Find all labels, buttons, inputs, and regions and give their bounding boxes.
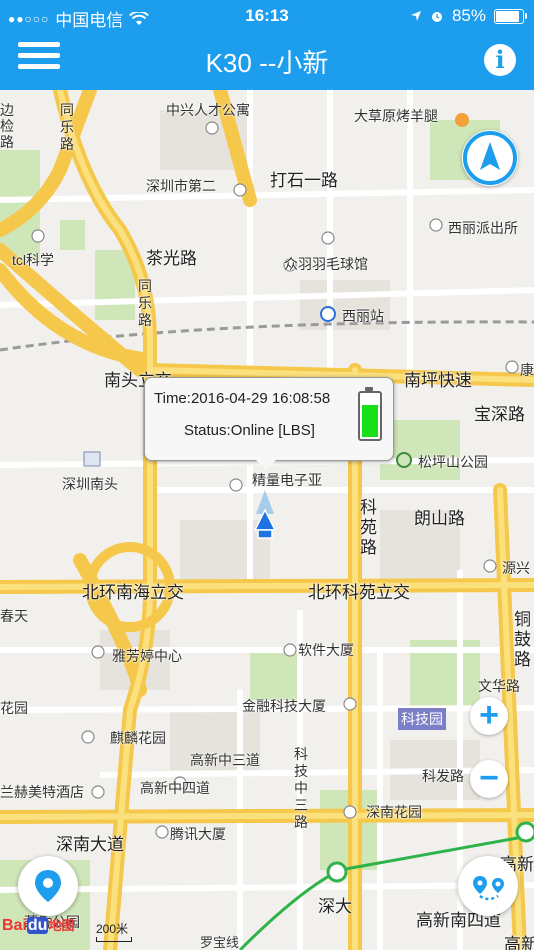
baidu-map-text: 地图 — [48, 918, 75, 933]
map-label: 雅芳婷中心 — [112, 648, 182, 664]
metro-station-icon — [326, 861, 348, 883]
battery-percent: 85% — [451, 6, 486, 25]
location-arrow-icon — [410, 11, 421, 21]
map-label: tcl科学 — [12, 252, 54, 268]
map-label: 同乐路 — [138, 278, 152, 328]
map-label: 中兴人才公寓 — [166, 102, 250, 118]
map-label: 精量电子亚 — [252, 472, 322, 488]
popup-time: Time:2016-04-29 16:08:58 — [154, 390, 331, 407]
map-label: 高新中三道 — [190, 752, 260, 768]
zoom-in-button[interactable]: + — [470, 697, 508, 735]
map-label: 康 — [520, 362, 534, 378]
map-label: 兰赫美特酒店 — [0, 784, 84, 800]
map-label: 金融科技大厦 — [242, 698, 326, 714]
map-label: 麒麟花园 — [110, 730, 166, 746]
zoom-out-button[interactable]: − — [470, 760, 508, 798]
map-label: 茶光路 — [146, 249, 197, 268]
baidu-text: Bai — [2, 917, 27, 934]
scale-label: 200米 — [96, 922, 129, 936]
baidu-logo: Baidu地图 — [2, 915, 74, 935]
map-label: 花园 — [0, 700, 28, 716]
map-label: 腾讯大厦 — [170, 826, 226, 842]
map-label: 松坪山公园 — [418, 454, 488, 470]
map-label: 科技园 — [398, 708, 446, 730]
status-right: 85% — [410, 6, 527, 26]
device-info-popup[interactable]: Time:2016-04-29 16:08:58 Status:Online [… — [144, 377, 394, 470]
map-label: 深南大道 — [56, 835, 124, 854]
map-label: 深圳南头 — [62, 476, 118, 492]
my-location-button[interactable] — [18, 856, 78, 916]
map-label: 高新 — [504, 935, 534, 950]
status-bar: ●●○○○ 中国电信 16:13 85% — [0, 0, 534, 32]
map-label: 北环科苑立交 — [308, 583, 410, 602]
map-label: 众羽羽毛球馆 — [284, 256, 368, 272]
map-label: 西丽站 — [342, 308, 384, 324]
page-title: K30 --小新 — [205, 48, 329, 78]
compass-icon — [463, 131, 517, 185]
route-icon — [473, 876, 504, 901]
map-label: 科技中三路 — [294, 746, 308, 830]
map-label: 源兴 — [502, 560, 530, 576]
map-label: 朗山路 — [414, 509, 465, 528]
map-label: 深圳市第二 — [146, 178, 216, 194]
map-label: 科发路 — [422, 768, 464, 784]
map-label: 北环南海立交 — [82, 583, 184, 602]
compass-button[interactable] — [462, 130, 518, 186]
info-button[interactable]: i — [484, 44, 516, 76]
map-label: 边检路 — [0, 102, 14, 150]
map-label: 文华路 — [478, 678, 520, 694]
alarm-icon — [431, 12, 442, 22]
popup-status: Status:Online [LBS] — [184, 422, 315, 439]
map-label: 深南花园 — [366, 804, 422, 820]
map-label: 西丽派出所 — [448, 220, 518, 236]
map-label: 春天 — [0, 608, 28, 624]
nav-bar: K30 --小新 i — [0, 32, 534, 90]
map-label: 科苑路 — [360, 498, 377, 557]
route-button[interactable] — [458, 856, 518, 916]
location-pin-icon — [35, 870, 61, 902]
map-label: 大草原烤羊腿 — [354, 108, 438, 124]
baidu-du: du — [26, 917, 49, 934]
map-scale: 200米 — [96, 920, 132, 942]
map-label: 软件大厦 — [298, 642, 354, 658]
map-label: 打石一路 — [270, 171, 338, 190]
map-label: 同乐路 — [60, 102, 74, 152]
battery-level-icon — [358, 387, 382, 441]
map-label: 宝深路 — [474, 405, 525, 424]
battery-icon — [494, 8, 527, 24]
map-label: 铜鼓路 — [514, 610, 531, 669]
map-label: 罗宝线 — [200, 935, 240, 950]
map-label: 南坪快速 — [404, 371, 472, 390]
map-label: 深大 — [318, 897, 352, 916]
map-label: 高新中四道 — [140, 780, 210, 796]
map-view[interactable]: 边检路 同乐路 中兴人才公寓 大草原烤羊腿 深圳市第二 打石一路 西丽派出所 茶… — [0, 90, 534, 950]
